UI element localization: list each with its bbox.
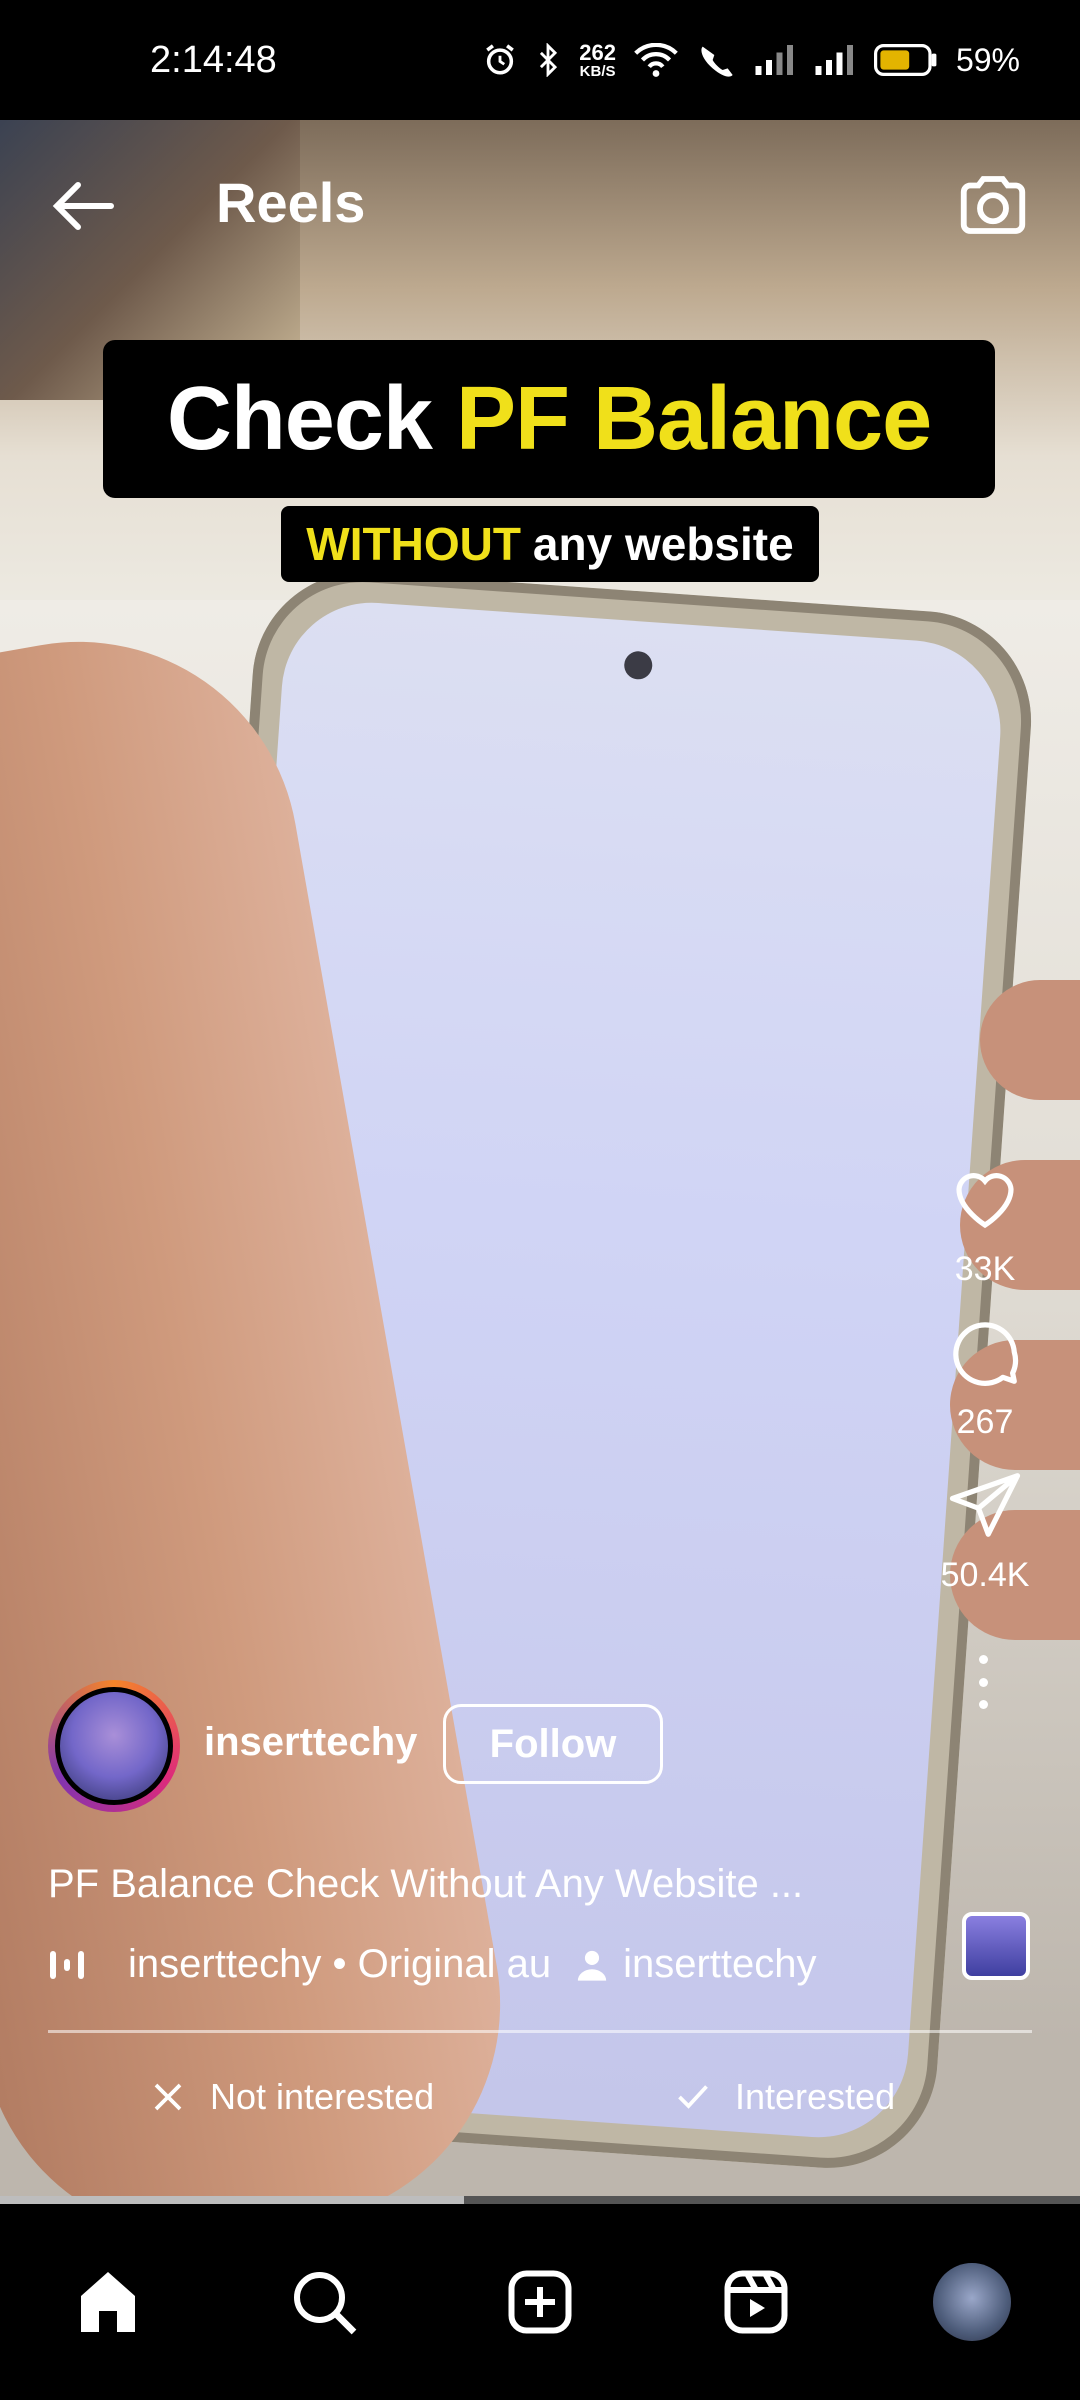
signal-icon-2: [815, 45, 853, 75]
page-title: Reels: [216, 171, 366, 234]
divider: [48, 2030, 1032, 2033]
back-arrow-icon[interactable]: [48, 170, 120, 242]
search-icon: [294, 2272, 357, 2335]
reels-icon: [724, 2270, 788, 2334]
audio-text: inserttechy • Original au: [128, 1942, 552, 1986]
like-count: 33K: [954, 1250, 1016, 1288]
bottom-nav: [0, 2204, 1080, 2400]
profile-avatar: [933, 2263, 1011, 2341]
camera-icon[interactable]: [954, 166, 1032, 244]
network-speed: 262 KB/S: [579, 39, 616, 80]
caption-yellow-text: PF Balance: [455, 368, 932, 469]
author-username[interactable]: inserttechy: [204, 1720, 417, 1765]
heart-icon[interactable]: [946, 1160, 1024, 1238]
bluetooth-icon: [540, 43, 558, 77]
follow-button[interactable]: Follow: [443, 1704, 663, 1784]
create-icon: [508, 2270, 572, 2334]
reel-description[interactable]: PF Balance Check Without Any Website ...: [48, 1862, 803, 1907]
battery-icon: [873, 44, 937, 76]
check-icon: [678, 2085, 708, 2109]
caption2-white-text: any website: [532, 518, 794, 570]
status-icons: 262 KB/S 59%: [483, 39, 1020, 80]
nav-home[interactable]: [66, 2260, 150, 2344]
wifi-icon: [634, 43, 678, 77]
alarm-icon: [486, 44, 515, 75]
author-avatar[interactable]: [48, 1680, 180, 1812]
nav-profile[interactable]: [930, 2260, 1014, 2344]
battery-percent: 59%: [955, 41, 1020, 78]
status-time: 2:14:48: [150, 38, 277, 81]
nav-reels[interactable]: [714, 2260, 798, 2344]
audio-row[interactable]: inserttechy • Original au inserttechy: [48, 1942, 817, 1987]
share-action: 50.4K: [940, 1466, 1030, 1595]
tagged-user: inserttechy: [623, 1942, 817, 1986]
comment-icon[interactable]: [946, 1313, 1024, 1391]
person-icon: [577, 1950, 607, 1981]
interested-label: Interested: [735, 2076, 896, 2117]
home-icon: [81, 2272, 135, 2332]
network-speed-value: 262: [579, 39, 616, 65]
video-caption-line2: WITHOUT any website: [281, 506, 819, 582]
status-bar: 2:14:48 262 KB/S 59%: [0, 0, 1080, 120]
network-speed-unit: KB/S: [579, 62, 616, 80]
comment-action: 267: [946, 1313, 1024, 1442]
nav-create[interactable]: [498, 2260, 582, 2344]
audio-thumbnail[interactable]: [962, 1912, 1030, 1980]
like-action: 33K: [946, 1160, 1024, 1289]
caption2-yellow-text: WITHOUT: [306, 518, 521, 570]
video-progress-bar[interactable]: [0, 2196, 1080, 2204]
not-interested-button[interactable]: Not interested: [150, 2076, 434, 2118]
wifi-calling-icon: [701, 46, 733, 77]
reel-actions: 33K 267 50.4K: [930, 1160, 1040, 1709]
close-icon: [154, 2083, 182, 2111]
not-interested-label: Not interested: [210, 2076, 435, 2117]
top-bar: Reels: [0, 120, 1080, 290]
share-count: 50.4K: [940, 1556, 1030, 1594]
video-caption-line1: Check PF Balance: [103, 340, 995, 498]
nav-search[interactable]: [282, 2260, 366, 2344]
interested-button[interactable]: Interested: [675, 2076, 895, 2118]
video-progress-fill: [0, 2196, 465, 2204]
caption-white-text: Check: [166, 368, 433, 469]
signal-icon-1: [755, 45, 793, 75]
more-options-icon[interactable]: [979, 1655, 991, 1709]
comment-count: 267: [956, 1403, 1014, 1441]
send-icon[interactable]: [946, 1466, 1024, 1544]
audio-bars-icon: [50, 1950, 84, 1979]
